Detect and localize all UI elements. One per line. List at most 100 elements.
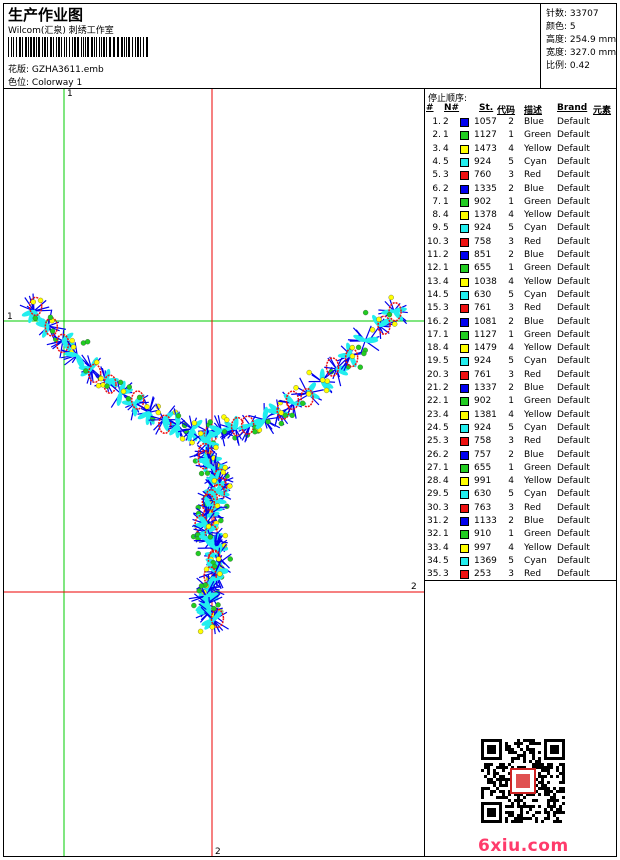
cell-num: 4. [432,156,441,167]
cell-needle: 4 [443,276,449,287]
stats-divider [540,3,541,88]
table-row: 6. 2 1335 2 Blue Default [424,183,614,196]
cell-code: 2 [508,449,514,460]
cell-needle: 2 [443,250,449,260]
table-row: 27. 1 655 1 Green Default [424,462,614,475]
cell-stitches: 761 [474,369,492,380]
cell-stitches: 924 [474,422,492,433]
cell-stitches: 758 [474,436,492,447]
cell-brand: Default [557,422,590,433]
cell-code: 4 [508,210,514,221]
cell-stitches: 1038 [474,276,497,287]
color-swatch [460,237,469,247]
cell-code: 1 [508,130,514,141]
cell-code: 5 [508,356,514,367]
cell-needle: 2 [443,383,449,393]
cell-code: 4 [508,143,514,154]
color-swatch [460,304,469,314]
colorway-value: Colorway 1 [31,78,83,88]
cell-stitches: 655 [474,462,492,473]
table-row: 30. 3 763 3 Red Default [424,502,614,515]
color-swatch [460,357,469,367]
table-row: 34. 5 1369 5 Cyan Default [424,555,614,568]
cell-code: 4 [508,276,514,287]
cell-needle: 4 [443,143,449,154]
stat-stitches: 针数: 33707 [546,9,599,19]
table-row: 9. 5 924 5 Cyan Default [424,222,614,235]
cell-needle: 2 [443,316,449,327]
stat-colors: 颜色: 5 [546,22,576,32]
col-header-desc: 描述 [524,106,543,116]
cell-code: 5 [508,489,514,500]
cell-brand: Default [557,436,590,447]
cell-code: 1 [508,529,514,540]
cell-needle: 3 [443,303,449,314]
cell-brand: Default [557,250,590,260]
cell-brand: Default [557,130,590,141]
cell-needle: 3 [443,369,449,380]
table-row: 23. 4 1381 4 Yellow Default [424,409,614,422]
color-swatch [460,437,469,447]
cell-num: 32. [427,529,442,540]
color-swatch [460,410,469,420]
cell-stitches: 253 [474,569,492,580]
cell-num: 7. [432,196,441,207]
guide-label-h2: 2 [411,582,417,592]
watermark-logo: 6xiu.com [478,836,569,856]
cell-code: 5 [508,156,514,167]
cell-num: 25. [427,436,442,447]
table-row: 7. 1 902 1 Green Default [424,196,614,209]
cell-needle: 4 [443,343,449,354]
cell-brand: Default [557,143,590,154]
cell-stitches: 630 [474,289,492,300]
table-row: 15. 3 761 3 Red Default [424,302,614,315]
col-header-num: # [426,103,434,113]
cell-brand: Default [557,502,590,513]
cell-stitches: 760 [474,170,492,181]
table-row: 13. 4 1038 4 Yellow Default [424,276,614,289]
color-swatch [460,144,469,154]
design-file: GZHA3611.emb [31,65,104,75]
cell-stitches: 1127 [474,130,497,141]
cell-stitches: 902 [474,396,492,407]
guide-label-v2: 2 [215,847,221,857]
cell-num: 14. [427,289,442,300]
cell-stitches: 924 [474,156,492,167]
table-row: 31. 2 1133 2 Blue Default [424,515,614,528]
table-row: 2. 1 1127 1 Green Default [424,129,614,142]
table-row: 25. 3 758 3 Red Default [424,435,614,448]
color-swatch [460,184,469,194]
cell-brand: Default [557,569,590,580]
cell-needle: 3 [443,170,449,181]
color-swatch [460,503,469,513]
color-swatch [460,277,469,287]
cell-num: 23. [427,409,442,420]
guide-label-v1: 1 [67,89,73,99]
cell-brand: Default [557,289,590,300]
cell-code: 4 [508,409,514,420]
cell-brand: Default [557,396,590,407]
cell-brand: Default [557,489,590,500]
cell-num: 6. [432,183,441,194]
color-swatch [460,264,469,274]
cell-needle: 4 [443,476,449,487]
table-row: 8. 4 1378 4 Yellow Default [424,209,614,222]
cell-brand: Default [557,170,590,181]
color-swatch [460,490,469,500]
cell-code: 4 [508,343,514,354]
cell-num: 34. [427,555,442,566]
table-row: 17. 1 1127 1 Green Default [424,329,614,342]
table-row: 21. 2 1337 2 Blue Default [424,382,614,395]
cell-code: 2 [508,183,514,194]
colorway-info: 色位: Colorway 1 [8,75,82,88]
cell-stitches: 655 [474,263,492,274]
color-swatch [460,344,469,354]
cell-code: 2 [508,250,514,260]
table-row: 5. 3 760 3 Red Default [424,169,614,182]
cell-code: 5 [508,422,514,433]
cell-needle: 1 [443,529,449,540]
cell-stitches: 924 [474,356,492,367]
cell-code: 3 [508,236,514,247]
cell-code: 1 [508,462,514,473]
cell-brand: Default [557,542,590,553]
